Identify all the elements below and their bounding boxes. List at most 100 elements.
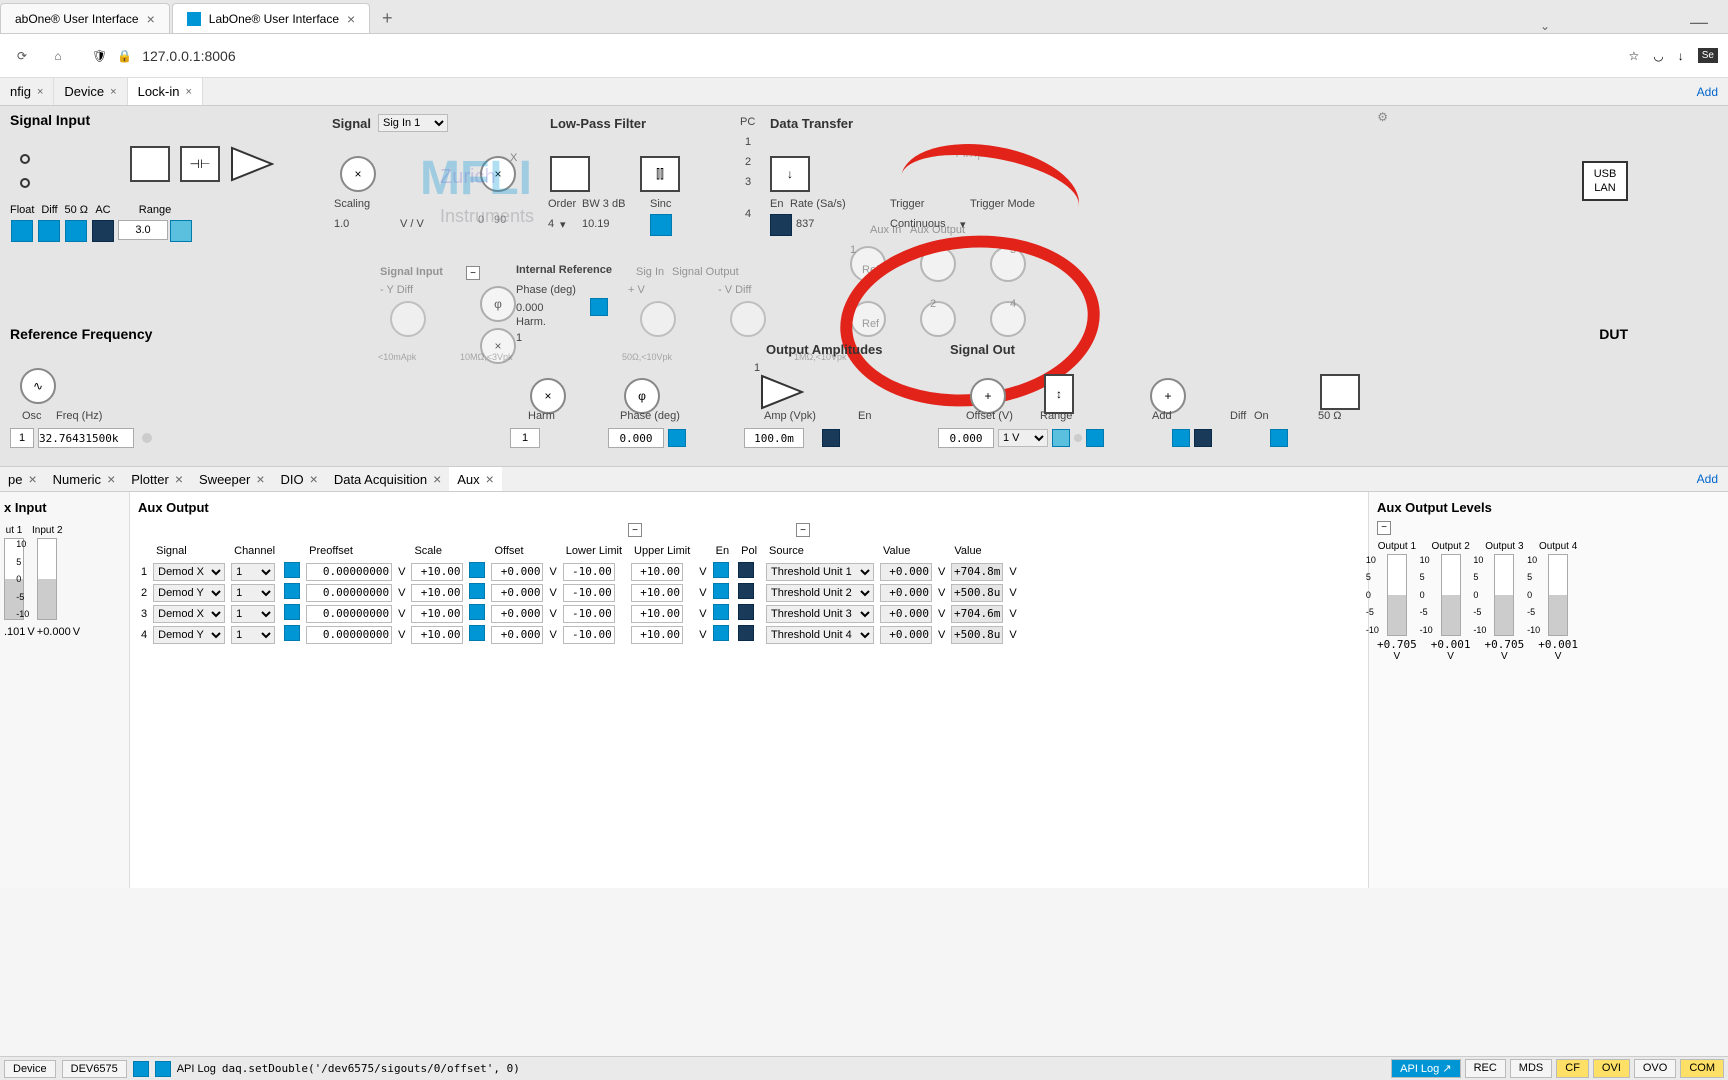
en-toggle[interactable] [713, 583, 729, 599]
close-icon[interactable]: × [110, 86, 116, 98]
lower-input[interactable] [563, 563, 615, 581]
offset-toggle[interactable] [469, 604, 485, 620]
signal-select[interactable]: Demod X [153, 605, 225, 623]
fifty-ohm-button[interactable] [65, 220, 87, 242]
channel-select[interactable]: 1 [231, 584, 275, 602]
source-select[interactable]: Threshold Unit 2 [766, 584, 874, 602]
diff-button[interactable] [1172, 429, 1190, 447]
pol-toggle[interactable] [738, 562, 754, 578]
channel-select[interactable]: 1 [231, 605, 275, 623]
close-icon[interactable]: × [256, 471, 264, 487]
range-input[interactable] [118, 220, 168, 240]
new-tab-button[interactable]: + [372, 3, 402, 33]
reload-icon[interactable]: ⟳ [10, 44, 34, 68]
en-toggle[interactable] [713, 604, 729, 620]
close-icon[interactable]: × [175, 471, 183, 487]
close-icon[interactable]: × [37, 86, 43, 98]
en-button[interactable] [770, 214, 792, 236]
tab-aux[interactable]: Aux× [449, 467, 502, 491]
range-auto-button[interactable] [170, 220, 192, 242]
browser-tab-2[interactable]: LabOne® User Interface × [172, 3, 370, 33]
scale-input[interactable] [411, 605, 463, 623]
minimize-icon[interactable]: — [1690, 12, 1708, 33]
tab-scope[interactable]: pe× [0, 467, 45, 491]
float-button[interactable] [11, 220, 33, 242]
offset-input[interactable] [491, 605, 543, 623]
upper-input[interactable] [631, 626, 683, 644]
signal-select[interactable]: Sig In 1 [378, 114, 448, 132]
offset-input[interactable] [938, 428, 994, 448]
address-bar[interactable]: 🛡 🔒 127.0.0.1:8006 [82, 40, 1617, 72]
tab-dio[interactable]: DIO× [273, 467, 326, 491]
source-select[interactable]: Threshold Unit 3 [766, 605, 874, 623]
phase-input[interactable] [608, 428, 664, 448]
pol-toggle[interactable] [738, 625, 754, 641]
preoffset-toggle[interactable] [284, 583, 300, 599]
close-icon[interactable]: × [186, 86, 192, 98]
extension-icon[interactable]: Se [1698, 48, 1718, 63]
scale-input[interactable] [411, 626, 463, 644]
en-toggle[interactable] [713, 562, 729, 578]
downloads-icon[interactable]: ↓ [1678, 49, 1684, 63]
phase-zero-button[interactable] [590, 298, 608, 316]
offset-input[interactable] [491, 563, 543, 581]
upper-input[interactable] [631, 605, 683, 623]
fifty-button[interactable] [1270, 429, 1288, 447]
pocket-icon[interactable]: ◡ [1653, 49, 1663, 63]
close-icon[interactable]: × [347, 11, 355, 27]
tab-plotter[interactable]: Plotter× [123, 467, 191, 491]
offset-input[interactable] [491, 584, 543, 602]
offset-toggle[interactable] [469, 583, 485, 599]
collapse-toggle[interactable]: − [796, 523, 810, 537]
lower-input[interactable] [563, 605, 615, 623]
phase-zero-button[interactable] [668, 429, 686, 447]
offset-toggle[interactable] [469, 625, 485, 641]
app-tab-device[interactable]: Device × [54, 78, 127, 105]
chevron-down-icon[interactable]: ⌄ [1540, 19, 1550, 33]
ac-button[interactable] [92, 220, 114, 242]
signal-select[interactable]: Demod X [153, 563, 225, 581]
range-select[interactable]: 1 V [998, 429, 1048, 447]
close-icon[interactable]: × [147, 11, 155, 27]
offset-toggle[interactable] [469, 562, 485, 578]
aux-knob[interactable] [920, 246, 956, 282]
sinc-button[interactable] [650, 214, 672, 236]
diff-button[interactable] [38, 220, 60, 242]
upper-input[interactable] [631, 584, 683, 602]
gear-icon[interactable]: ⚙ [1377, 110, 1388, 124]
amp-input[interactable] [744, 428, 804, 448]
tab-data-acquisition[interactable]: Data Acquisition× [326, 467, 449, 491]
status-toggle[interactable] [133, 1061, 149, 1077]
scale-input[interactable] [411, 563, 463, 581]
source-select[interactable]: Threshold Unit 4 [766, 626, 874, 644]
app-tab-lockin[interactable]: Lock-in × [128, 78, 203, 105]
collapse-toggle[interactable]: − [466, 266, 480, 280]
lower-input[interactable] [563, 584, 615, 602]
harm-input[interactable] [510, 428, 540, 448]
pol-toggle[interactable] [738, 583, 754, 599]
add-button[interactable] [1086, 429, 1104, 447]
close-icon[interactable]: × [486, 471, 494, 487]
add-tab-button[interactable]: Add [1697, 472, 1728, 486]
en-toggle[interactable] [713, 625, 729, 641]
tab-numeric[interactable]: Numeric× [45, 467, 124, 491]
preoffset-toggle[interactable] [284, 625, 300, 641]
aux-knob[interactable] [990, 246, 1026, 282]
signal-select[interactable]: Demod Y [153, 584, 225, 602]
lower-input[interactable] [563, 626, 615, 644]
dropdown-icon[interactable]: ▾ [560, 218, 566, 231]
signal-select[interactable]: Demod Y [153, 626, 225, 644]
tab-sweeper[interactable]: Sweeper× [191, 467, 273, 491]
close-icon[interactable]: × [107, 471, 115, 487]
channel-select[interactable]: 1 [231, 626, 275, 644]
api-log-link[interactable]: API Log ↗ [1391, 1059, 1460, 1078]
collapse-toggle[interactable]: − [1377, 521, 1391, 535]
source-select[interactable]: Threshold Unit 1 [766, 563, 874, 581]
channel-select[interactable]: 1 [231, 563, 275, 581]
scale-input[interactable] [411, 584, 463, 602]
pol-toggle[interactable] [738, 604, 754, 620]
upper-input[interactable] [631, 563, 683, 581]
preoffset-toggle[interactable] [284, 604, 300, 620]
close-icon[interactable]: × [28, 471, 36, 487]
app-tab-config[interactable]: nfig × [0, 78, 54, 105]
